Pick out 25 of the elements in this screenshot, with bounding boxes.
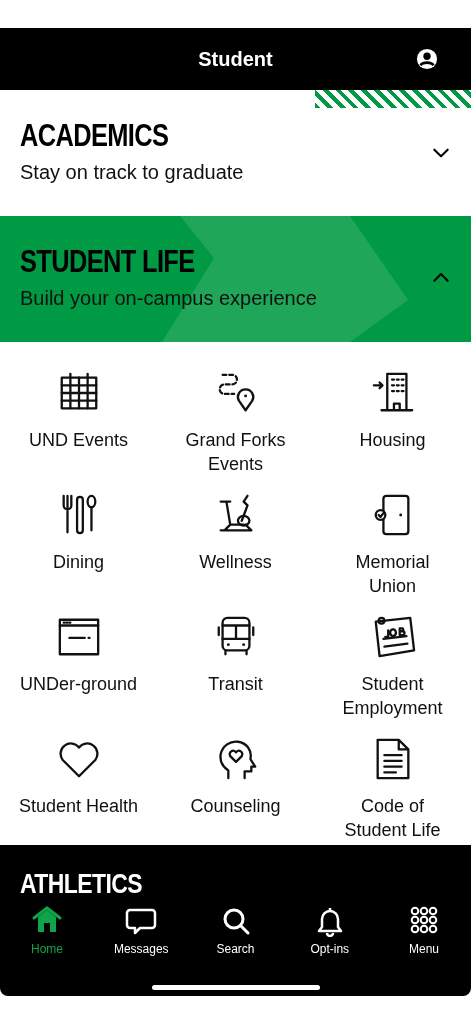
tile-label[interactable]: Code of Student Life (325, 794, 460, 842)
tile-label[interactable]: Transit (204, 672, 267, 696)
section-title: STUDENT LIFE (20, 245, 196, 277)
section-header[interactable]: STUDENT LIFE Build your on-campus experience (0, 216, 471, 342)
tile-label[interactable]: Student Employment (325, 672, 460, 720)
section-subtitle: Build your on-campus experience (20, 285, 317, 311)
tab-bar-item[interactable]: Messages (106, 905, 177, 955)
tile-label[interactable]: Grand Forks Events (168, 428, 303, 476)
tile-label[interactable]: UND Events (25, 428, 132, 452)
tile-label[interactable]: UNDer-ground (15, 672, 141, 696)
section-title: ACADEMICS (20, 119, 170, 151)
tile-label[interactable]: Dining (49, 550, 108, 574)
tab-bar-item[interactable]: Opt-ins (294, 905, 365, 955)
page-title: Student (198, 47, 273, 72)
tile-label[interactable]: Housing (355, 428, 430, 452)
tile-label[interactable]: Counseling (186, 794, 285, 818)
tile-label[interactable]: Wellness (195, 550, 276, 574)
tab-bar-item[interactable]: Menu (389, 905, 459, 955)
section-subtitle: Stay on track to graduate (20, 159, 244, 185)
account-icon[interactable] (416, 48, 438, 70)
tab-bar-item[interactable]: Search (200, 905, 271, 955)
tile-label[interactable]: Memorial Union (325, 550, 460, 598)
tab-bar-item[interactable]: Home (12, 905, 82, 955)
section-title: ATHLETICS (20, 870, 142, 898)
tile-label[interactable]: Student Health (14, 794, 143, 818)
